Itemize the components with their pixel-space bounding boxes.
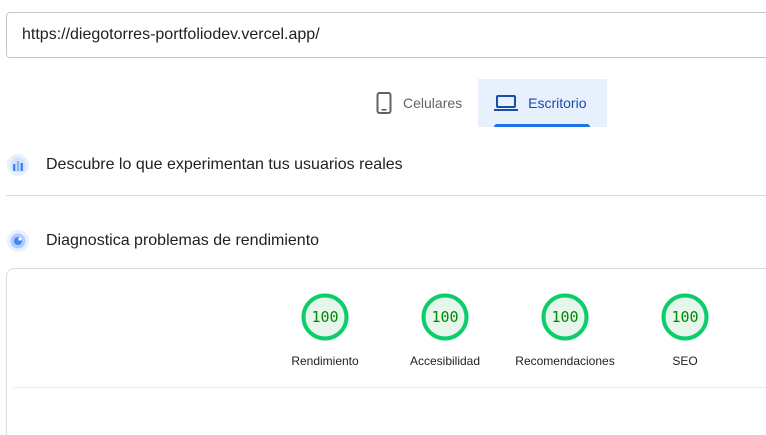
section-real-users-title: Descubre lo que experimentan tus usuario… <box>46 156 403 173</box>
smartphone-icon <box>375 92 393 114</box>
gauge-performance[interactable]: 100 Rendimiento <box>265 293 385 369</box>
card-divider <box>13 387 766 388</box>
score-value: 100 <box>551 308 579 326</box>
score-value: 100 <box>311 308 339 326</box>
gauge-label: Recomendaciones <box>515 354 615 368</box>
score-gauges: 100 Rendimiento 100 Accesibilidad 100 Re… <box>265 293 745 369</box>
url-input[interactable]: https://diegotorres-portfoliodev.vercel.… <box>6 12 766 58</box>
report-card: 100 Rendimiento 100 Accesibilidad 100 Re… <box>6 268 766 435</box>
tab-desktop[interactable]: Escritorio <box>478 79 608 127</box>
gauge-ring: 100 <box>541 293 589 341</box>
gauge-ring: 100 <box>661 293 709 341</box>
tab-desktop-label: Escritorio <box>528 95 587 111</box>
tab-mobile-label: Celulares <box>403 95 463 111</box>
gauge-ring: 100 <box>421 293 469 341</box>
section-diagnostics-title: Diagnostica problemas de rendimiento <box>46 232 320 249</box>
lab-diagnostics-icon <box>6 229 30 253</box>
section-real-users[interactable]: Descubre lo que experimentan tus usuario… <box>6 152 766 178</box>
score-value: 100 <box>431 308 459 326</box>
gauge-ring: 100 <box>301 293 349 341</box>
section-divider <box>6 195 766 196</box>
tab-mobile[interactable]: Celulares <box>363 79 478 127</box>
score-value: 100 <box>671 308 699 326</box>
device-tabs: Celulares Escritorio <box>363 79 608 127</box>
laptop-icon <box>494 94 519 112</box>
gauge-seo[interactable]: 100 SEO <box>625 293 745 369</box>
gauge-best-practices[interactable]: 100 Recomendaciones <box>505 293 625 369</box>
user-experience-icon <box>6 153 30 177</box>
gauge-label: Accesibilidad <box>409 354 481 368</box>
url-input-value: https://diegotorres-portfoliodev.vercel.… <box>22 26 320 43</box>
section-diagnostics[interactable]: Diagnostica problemas de rendimiento <box>6 228 766 254</box>
gauge-label: Rendimiento <box>291 354 359 368</box>
gauge-accessibility[interactable]: 100 Accesibilidad <box>385 293 505 369</box>
gauge-label: SEO <box>672 354 698 368</box>
